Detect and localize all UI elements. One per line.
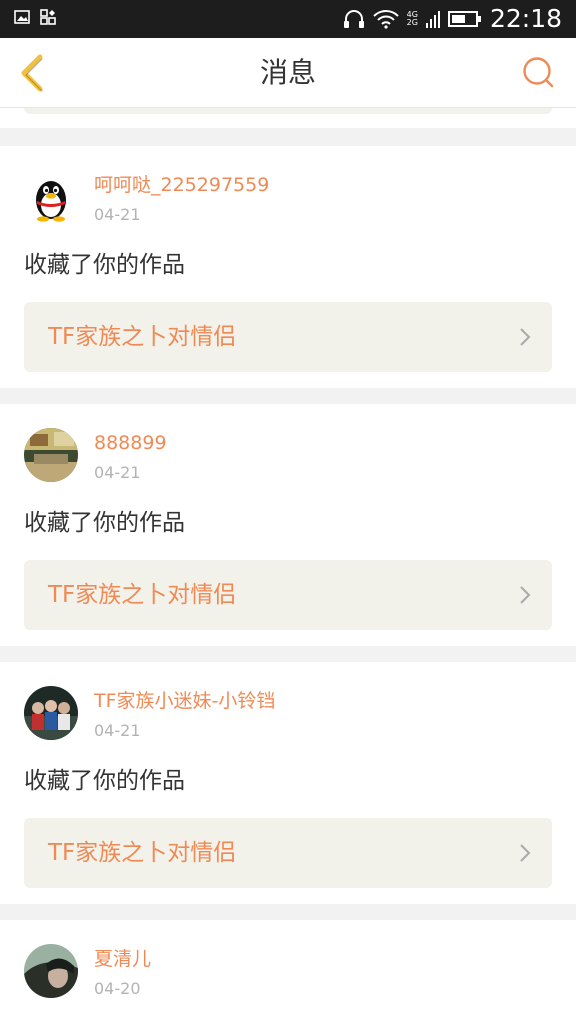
previous-work-link-tail xyxy=(24,108,552,114)
message-date: 04-21 xyxy=(94,463,141,482)
network-type-bottom: 2G xyxy=(406,18,418,27)
network-type-label: 4G 2G xyxy=(407,11,418,27)
avatar[interactable] xyxy=(24,686,78,740)
message-card: 夏清儿 04-20 xyxy=(0,920,576,1024)
avatar[interactable] xyxy=(24,170,78,224)
work-link[interactable]: TF家族之卜对情侣 xyxy=(24,818,552,888)
search-button[interactable] xyxy=(520,54,556,90)
previous-card-tail xyxy=(0,108,576,128)
status-bar: 4G 2G 22:18 xyxy=(0,0,576,38)
avatar[interactable] xyxy=(24,944,78,998)
grid-icon xyxy=(40,9,56,25)
qq-penguin-avatar xyxy=(24,170,78,224)
action-text: 收藏了你的作品 xyxy=(24,510,185,536)
image-icon xyxy=(14,10,30,24)
action-text: 收藏了你的作品 xyxy=(24,768,185,794)
chevron-right-icon xyxy=(520,586,531,604)
work-title: TF家族之卜对情侣 xyxy=(48,324,237,350)
action-text: 收藏了你的作品 xyxy=(24,252,185,278)
header-bar: 消息 xyxy=(0,38,576,108)
username[interactable]: 呵呵哒_225297559 xyxy=(94,174,269,196)
message-feed[interactable]: 呵呵哒_225297559 04-21 收藏了你的作品 TF家族之卜对情侣 88… xyxy=(0,108,576,1024)
status-bar-right: 4G 2G 22:18 xyxy=(343,6,562,32)
message-card: 呵呵哒_225297559 04-21 收藏了你的作品 TF家族之卜对情侣 xyxy=(0,146,576,388)
message-date: 04-20 xyxy=(94,979,141,998)
chevron-right-icon xyxy=(520,328,531,346)
avatar[interactable] xyxy=(24,428,78,482)
portrait-avatar xyxy=(24,944,78,998)
work-title: TF家族之卜对情侣 xyxy=(48,840,237,866)
work-title: TF家族之卜对情侣 xyxy=(48,582,237,608)
status-time: 22:18 xyxy=(489,4,562,33)
username[interactable]: 888899 xyxy=(94,432,167,454)
group-photo-avatar xyxy=(24,686,78,740)
search-icon xyxy=(523,57,554,88)
message-date: 04-21 xyxy=(94,721,141,740)
room-photo-avatar xyxy=(24,428,78,482)
page-title: 消息 xyxy=(259,56,316,89)
status-bar-left xyxy=(14,9,56,25)
battery-icon xyxy=(447,11,481,27)
wifi-icon xyxy=(372,10,399,29)
message-date: 04-21 xyxy=(94,205,141,224)
chevron-right-icon xyxy=(520,844,531,862)
username[interactable]: 夏清儿 xyxy=(94,948,151,970)
work-link[interactable]: TF家族之卜对情侣 xyxy=(24,560,552,630)
headphones-icon xyxy=(343,10,364,28)
signal-icon xyxy=(425,11,440,28)
message-card: TF家族小迷妹-小铃铛 04-21 收藏了你的作品 TF家族之卜对情侣 xyxy=(0,662,576,904)
message-card: 888899 04-21 收藏了你的作品 TF家族之卜对情侣 xyxy=(0,404,576,646)
username[interactable]: TF家族小迷妹-小铃铛 xyxy=(94,690,275,712)
work-link[interactable]: TF家族之卜对情侣 xyxy=(24,302,552,372)
